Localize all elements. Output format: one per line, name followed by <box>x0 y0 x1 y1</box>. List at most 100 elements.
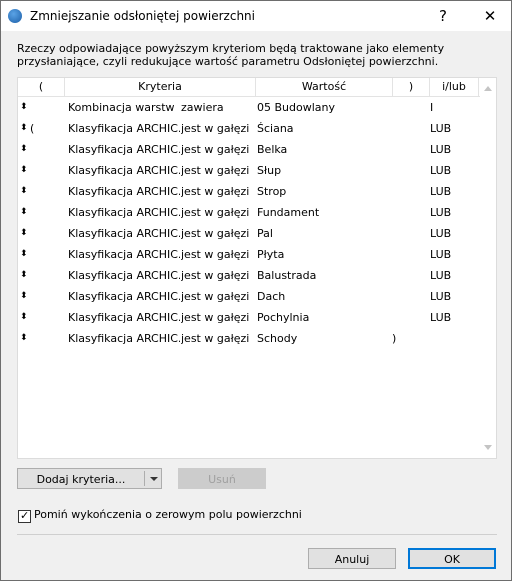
row-value[interactable]: Dach <box>257 286 391 307</box>
row-operator[interactable]: jest w gałęzi <box>181 328 255 349</box>
row-andor[interactable]: LUB <box>430 307 476 328</box>
cancel-button[interactable]: Anuluj <box>308 548 396 569</box>
row-criterion[interactable]: Klasyfikacja ARCHIC... <box>68 223 180 244</box>
row-drag-handle-icon[interactable]: ⬍ <box>20 202 30 223</box>
row-drag-handle-icon[interactable]: ⬍ <box>20 244 30 265</box>
row-operator[interactable]: jest w gałęzi <box>181 160 255 181</box>
row-criterion[interactable]: Klasyfikacja ARCHIC... <box>68 265 180 286</box>
table-row[interactable]: ⬍( Klasyfikacja ARCHIC... jest w gałęzi Ści… <box>18 118 480 139</box>
row-value[interactable]: Słup <box>257 160 391 181</box>
header-close-paren[interactable]: ) <box>393 78 430 96</box>
row-operator[interactable]: jest w gałęzi <box>181 202 255 223</box>
table-row[interactable]: ⬍ Klasyfikacja ARCHIC... jest w gałęzi Belk… <box>18 139 480 160</box>
row-drag-handle-icon[interactable]: ⬍ <box>20 139 30 160</box>
table-row[interactable]: ⬍ Klasyfikacja ARCHIC... jest w gałęzi Dach… <box>18 286 480 307</box>
header-value[interactable]: Wartość <box>256 78 393 96</box>
row-criterion[interactable]: Klasyfikacja ARCHIC... <box>68 202 180 223</box>
row-drag-handle-icon[interactable]: ⬍ <box>20 160 30 181</box>
row-andor[interactable]: LUB <box>430 160 476 181</box>
remove-button[interactable]: Usuń <box>178 468 266 489</box>
row-drag-handle-icon[interactable]: ⬍ <box>20 328 30 349</box>
row-criterion[interactable]: Klasyfikacja ARCHIC... <box>68 286 180 307</box>
row-criterion[interactable]: Klasyfikacja ARCHIC... <box>68 118 180 139</box>
row-open-paren[interactable] <box>30 139 46 160</box>
row-criterion[interactable]: Klasyfikacja ARCHIC... <box>68 328 180 349</box>
row-close-paren[interactable] <box>392 118 412 139</box>
row-drag-handle-icon[interactable]: ⬍ <box>20 223 30 244</box>
row-close-paren[interactable] <box>392 244 412 265</box>
table-row[interactable]: ⬍ Klasyfikacja ARCHIC... jest w gałęzi Stro… <box>18 181 480 202</box>
row-andor[interactable] <box>430 328 476 349</box>
row-open-paren[interactable] <box>30 160 46 181</box>
row-open-paren[interactable]: ( <box>30 118 46 139</box>
table-row[interactable]: ⬍ Kombinacja warstw zawiera 05 Budowlany I <box>18 97 480 118</box>
row-value[interactable]: Strop <box>257 181 391 202</box>
row-close-paren[interactable] <box>392 139 412 160</box>
row-operator[interactable]: jest w gałęzi <box>181 118 255 139</box>
add-criteria-button[interactable]: Dodaj kryteria... <box>17 468 162 489</box>
row-andor[interactable]: LUB <box>430 265 476 286</box>
row-operator[interactable]: jest w gałęzi <box>181 286 255 307</box>
row-operator[interactable]: jest w gałęzi <box>181 244 255 265</box>
row-value[interactable]: Pal <box>257 223 391 244</box>
row-close-paren[interactable]: ) <box>392 328 412 349</box>
row-open-paren[interactable] <box>30 286 46 307</box>
scroll-up-icon[interactable] <box>484 86 492 91</box>
row-andor[interactable]: I <box>430 97 476 118</box>
row-drag-handle-icon[interactable]: ⬍ <box>20 265 30 286</box>
table-row[interactable]: ⬍ Klasyfikacja ARCHIC... jest w gałęzi Balu… <box>18 265 480 286</box>
skip-zero-area-checkbox[interactable]: ✓ <box>18 509 31 523</box>
row-open-paren[interactable] <box>30 97 46 118</box>
row-criterion[interactable]: Klasyfikacja ARCHIC... <box>68 160 180 181</box>
row-value[interactable]: Fundament <box>257 202 391 223</box>
table-row[interactable]: ⬍ Klasyfikacja ARCHIC... jest w gałęzi Pal L… <box>18 223 480 244</box>
row-close-paren[interactable] <box>392 97 412 118</box>
header-andor[interactable]: i/lub <box>430 78 479 96</box>
vertical-scrollbar[interactable] <box>480 78 496 458</box>
row-andor[interactable]: LUB <box>430 181 476 202</box>
row-open-paren[interactable] <box>30 202 46 223</box>
row-value[interactable]: Belka <box>257 139 391 160</box>
row-open-paren[interactable] <box>30 328 46 349</box>
row-andor[interactable]: LUB <box>430 202 476 223</box>
row-value[interactable]: Płyta <box>257 244 391 265</box>
table-row[interactable]: ⬍ Klasyfikacja ARCHIC... jest w gałęzi Słup… <box>18 160 480 181</box>
row-close-paren[interactable] <box>392 223 412 244</box>
row-drag-handle-icon[interactable]: ⬍ <box>20 307 30 328</box>
row-andor[interactable]: LUB <box>430 244 476 265</box>
help-button[interactable]: ? <box>431 5 455 27</box>
row-value[interactable]: Schody <box>257 328 391 349</box>
row-value[interactable]: Pochylnia <box>257 307 391 328</box>
row-criterion[interactable]: Klasyfikacja ARCHIC... <box>68 139 180 160</box>
row-operator[interactable]: jest w gałęzi <box>181 223 255 244</box>
row-andor[interactable]: LUB <box>430 118 476 139</box>
row-andor[interactable]: LUB <box>430 223 476 244</box>
row-close-paren[interactable] <box>392 265 412 286</box>
scroll-down-icon[interactable] <box>484 445 492 450</box>
header-criteria[interactable]: Kryteria <box>65 78 256 96</box>
row-criterion[interactable]: Klasyfikacja ARCHIC... <box>68 181 180 202</box>
table-row[interactable]: ⬍ Klasyfikacja ARCHIC... jest w gałęzi Fund… <box>18 202 480 223</box>
row-value[interactable]: Ściana <box>257 118 391 139</box>
row-close-paren[interactable] <box>392 160 412 181</box>
row-open-paren[interactable] <box>30 181 46 202</box>
ok-button[interactable]: OK <box>408 548 496 569</box>
row-operator[interactable]: jest w gałęzi <box>181 139 255 160</box>
row-open-paren[interactable] <box>30 307 46 328</box>
row-operator[interactable]: jest w gałęzi <box>181 307 255 328</box>
close-button[interactable]: ✕ <box>478 5 502 27</box>
row-open-paren[interactable] <box>30 244 46 265</box>
row-drag-handle-icon[interactable]: ⬍ <box>20 97 30 118</box>
row-operator[interactable]: jest w gałęzi <box>181 181 255 202</box>
skip-zero-area-label[interactable]: Pomiń wykończenia o zerowym polu powierz… <box>34 508 302 521</box>
table-row[interactable]: ⬍ Klasyfikacja ARCHIC... jest w gałęzi Scho… <box>18 328 480 349</box>
row-drag-handle-icon[interactable]: ⬍ <box>20 286 30 307</box>
table-row[interactable]: ⬍ Klasyfikacja ARCHIC... jest w gałęzi Płyt… <box>18 244 480 265</box>
row-close-paren[interactable] <box>392 307 412 328</box>
row-drag-handle-icon[interactable]: ⬍ <box>20 118 30 139</box>
row-operator[interactable]: jest w gałęzi <box>181 265 255 286</box>
row-criterion[interactable]: Klasyfikacja ARCHIC... <box>68 307 180 328</box>
chevron-down-icon[interactable] <box>150 477 158 481</box>
row-andor[interactable]: LUB <box>430 139 476 160</box>
row-open-paren[interactable] <box>30 223 46 244</box>
